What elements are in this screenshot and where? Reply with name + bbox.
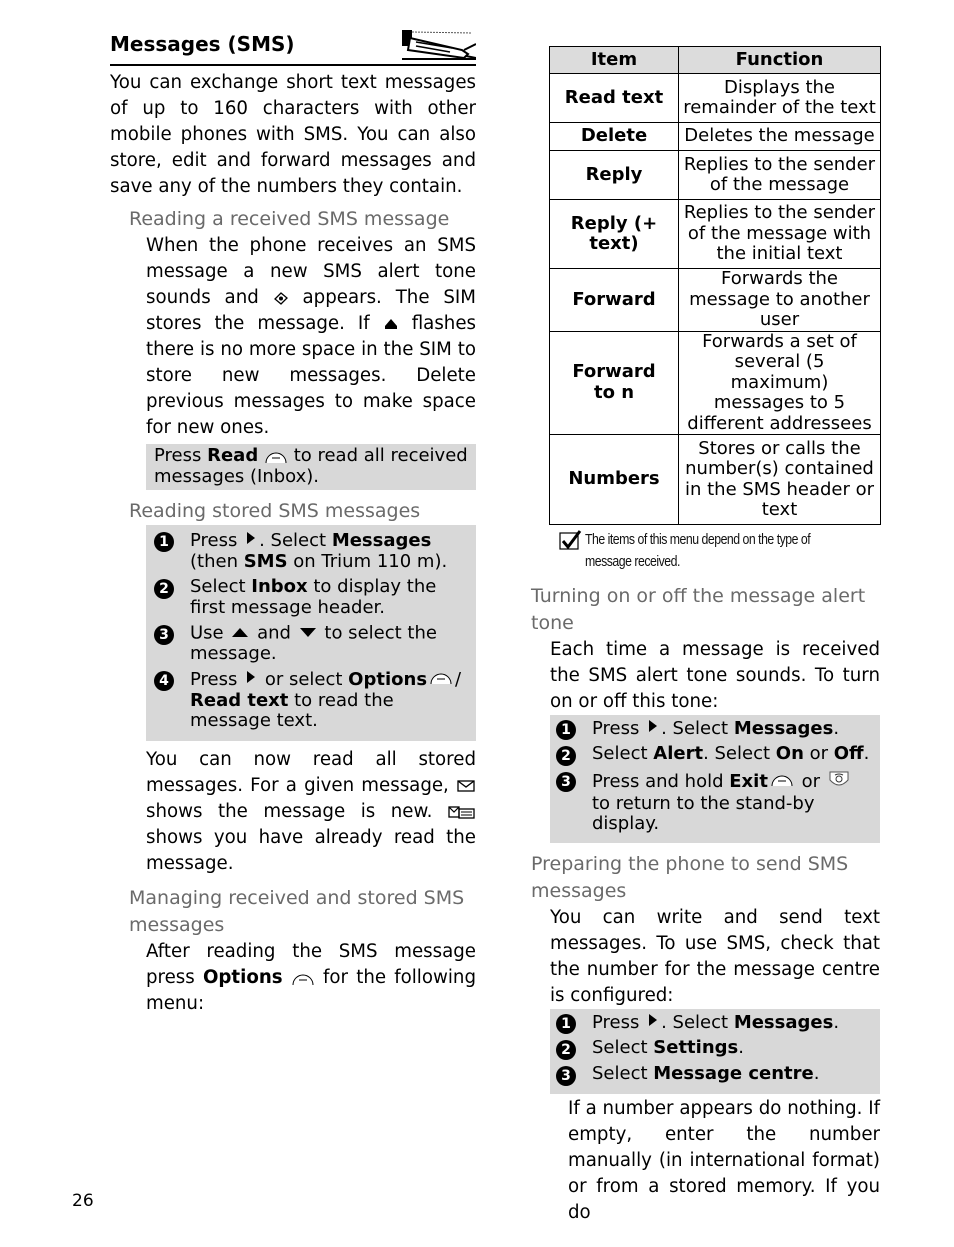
received-paragraph: When the phone receives an SMS message a… [146,235,476,438]
message-bottle-illustration-icon [402,30,476,60]
preparing-paragraph: You can write and send text messages. To… [550,906,880,1006]
step-item: 3 Select Message centre. [556,1062,874,1086]
menu-note: The items of this menu depend on the typ… [555,529,880,573]
right-arrow-icon [647,718,659,740]
down-arrow-icon [299,623,317,644]
item-cell: Forward to n [549,330,679,435]
step-text: Select Alert. Select On or Off. [592,743,870,764]
page-title: Messages (SMS) [110,32,295,56]
checkmark-icon [559,530,582,550]
item-cell: Reply (+ text) [549,199,679,269]
stored-steps-box: 1 Press . Select Messages (then SMS on Tr… [146,525,476,741]
function-cell: Forwards a set of several (5 maximum) me… [678,330,881,435]
item-cell: Read text [549,73,679,123]
step-item: 2 Select Settings. [556,1036,874,1060]
softkey-icon [292,974,314,985]
right-arrow-icon [245,669,257,691]
step-text: Use and to select the message. [190,622,437,664]
function-cell: Replies to the sender of the message wit… [678,199,881,269]
function-cell: Replies to the sender of the message [678,150,881,200]
softkey-icon [265,452,287,464]
function-cell: Displays the remainder of the text [678,73,881,123]
step-item: 1 Press . Select Messages (then SMS on Tr… [154,530,470,572]
step-text: Press . Select Messages. [592,1011,840,1034]
item-cell: Delete [549,122,679,151]
table-row: Delete Deletes the message [549,122,881,151]
page-number: 26 [72,1191,94,1211]
step-item: 2 Select Inbox to display the first messa… [154,576,470,618]
sms-full-icon [384,319,397,329]
item-cell: Reply [549,150,679,200]
heading-alert-tone: Turning on or off the message alert tone [531,585,866,634]
table-row: Read text Displays the remainder of the t… [549,73,881,123]
step-text: Select Message centre. [592,1062,820,1084]
step-item: 3 Press and hold Exit or to return to the… [556,770,874,835]
right-arrow-icon [245,530,257,552]
step-text: Press . Select Messages (then SMS on Tri… [190,529,448,572]
step-number-badge: 2 [556,1039,576,1060]
step-item: 4 Press or select Options / Read text to r… [154,669,470,732]
item-cell: Numbers [549,434,679,525]
step-item: 1 Press . Select Messages. [556,1012,874,1034]
softkey-icon [770,771,794,793]
managing-paragraph: After reading the SMS message press Opti… [146,940,476,1014]
function-cell: Forwards the message to another user [678,268,881,332]
function-cell: Stores or calls the number(s) contained … [678,434,881,525]
sms-received-icon [273,292,288,305]
step-text: Select Settings. [592,1036,744,1058]
page-header: Messages (SMS) [110,28,476,66]
step-text: Press . Select Messages. [592,717,840,740]
right-column: Item Function Read text Displays the rema… [531,46,881,1226]
table-row: Reply (+ text) Replies to the sender of t… [549,199,881,269]
step-number-badge: 3 [154,625,174,645]
right-arrow-icon [647,1012,659,1034]
function-cell: Deletes the message [678,122,881,151]
read-tip-box: Press Read to read all received messages… [146,444,476,490]
step-number-badge: 2 [556,746,576,766]
step-number-badge: 1 [154,532,174,552]
table-header-row: Item Function [549,46,881,74]
alert-steps-box: 1 Press . Select Messages. 2 Select Alert. … [550,715,880,843]
step-number-badge: 1 [556,1013,576,1034]
step-item: 2 Select Alert. Select On or Off. [556,743,874,766]
step-text: Press or select Options / Read text to re… [190,669,462,732]
step-number-badge: 3 [556,772,576,792]
step-number-badge: 3 [556,1065,576,1086]
stored-after-paragraph: You can now read all stored messages. Fo… [146,748,476,874]
step-item: 1 Press . Select Messages. [556,718,874,740]
options-menu-table: Item Function Read text Displays the rema… [549,46,881,525]
step-number-badge: 2 [154,579,174,599]
step-text: Select Inbox to display the first messag… [190,576,437,618]
preparing-after-paragraph: If a number appears do nothing. If empty… [568,1097,880,1223]
preparing-steps-box: 1 Press . Select Messages. 2 Select Setting… [550,1008,880,1094]
softkey-icon [429,669,453,691]
table-row: Reply Replies to the sender of the messag… [549,150,881,200]
step-number-badge: 4 [154,671,174,692]
end-call-key-icon [828,770,850,794]
heading-preparing: Preparing the phone to send SMS messages [531,852,849,902]
note-text: The items of this menu depend on the typ… [585,531,811,570]
step-text: Press and hold Exit or to return to the … [592,770,874,835]
heading-managing: Managing received and stored SMS message… [129,886,465,936]
step-number-badge: 1 [556,720,576,740]
item-cell: Forward [549,268,679,332]
left-column: Messages (SMS) You can exchange short te… [110,28,476,1017]
read-message-icon [448,806,475,819]
table-row: Forward to n Forwards a set of several (5… [549,330,881,435]
table-row: Numbers Stores or calls the number(s) con… [549,434,881,525]
intro-paragraph: You can exchange short text messages of … [110,72,476,197]
step-item: 3 Use and to select the message. [154,623,470,664]
table-row: Forward Forwards the message to another u… [549,268,881,332]
header-function: Function [678,46,881,74]
header-item: Item [549,46,679,74]
up-arrow-icon [231,623,249,644]
alert-paragraph: Each time a message is received the SMS … [550,639,880,712]
new-message-envelope-icon [457,780,475,792]
heading-reading-stored: Reading stored SMS messages [129,500,421,522]
heading-reading-received: Reading a received SMS message [129,208,450,230]
